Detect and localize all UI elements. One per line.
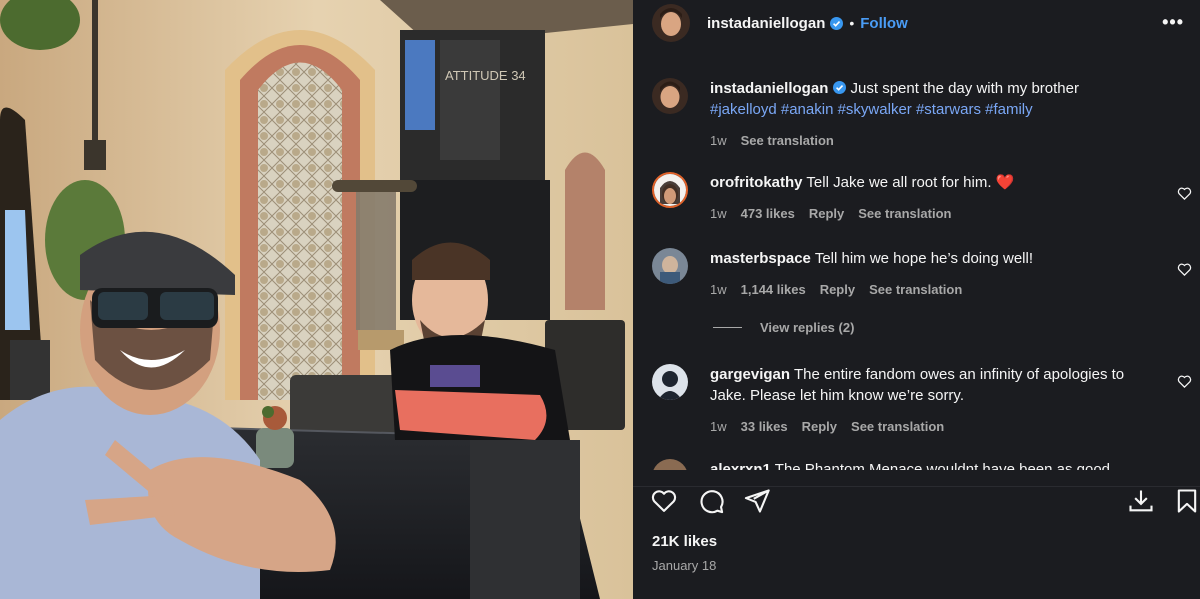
verified-icon <box>830 16 844 30</box>
action-bar <box>633 486 1200 518</box>
share-icon[interactable] <box>743 487 771 515</box>
view-replies-label: View replies (2) <box>760 320 855 335</box>
comment-username[interactable]: alexrxn1 <box>710 461 771 470</box>
more-icon[interactable]: ••• <box>1162 12 1184 33</box>
post-header: instadaniellogan • Follow ••• <box>633 0 1200 46</box>
comment-meta: 1w 473 likes Reply See translation <box>710 203 1156 224</box>
comments-list[interactable]: instadaniellogan Just spent the day with… <box>633 66 1200 470</box>
reply-button[interactable]: Reply <box>820 279 855 300</box>
comment-time: 1w <box>710 206 727 221</box>
see-translation-link[interactable]: See translation <box>851 416 944 437</box>
see-translation-link[interactable]: See translation <box>858 203 951 224</box>
comment-heart-icon[interactable] <box>1177 374 1192 389</box>
view-replies-line <box>713 327 742 328</box>
separator-dot: • <box>849 15 855 31</box>
comment-likes[interactable]: 473 likes <box>741 203 795 224</box>
commenter-avatar[interactable] <box>652 248 688 284</box>
comment-text: Tell him we hope he’s doing well! <box>814 250 1033 267</box>
comment-text: The Phantom Menace wouldnt have been as … <box>774 461 1111 470</box>
comment-username[interactable]: orofritokathy <box>710 174 803 191</box>
comment-likes[interactable]: 33 likes <box>741 416 788 437</box>
likes-count[interactable]: 21K likes <box>652 533 717 550</box>
post-photo[interactable]: ATTITUDE 34 <box>0 0 633 599</box>
storefront-sign: ATTITUDE 34 <box>445 68 526 83</box>
comment-heart-icon[interactable] <box>1177 186 1192 201</box>
commenter-avatar[interactable] <box>652 459 688 470</box>
post-sidebar: instadaniellogan • Follow ••• instadanie… <box>633 0 1200 599</box>
reply-button[interactable]: Reply <box>809 203 844 224</box>
photo-illustration: ATTITUDE 34 <box>0 0 633 599</box>
author-avatar[interactable] <box>652 4 690 42</box>
commenter-avatar[interactable] <box>652 172 688 208</box>
comment-meta: 1w 33 likes Reply See translation <box>710 416 1156 437</box>
bookmark-icon[interactable] <box>1173 487 1200 515</box>
caption-time: 1w <box>710 133 727 148</box>
comment-meta: 1w 1,144 likes Reply See translation <box>710 279 1156 300</box>
comment-likes[interactable]: 1,144 likes <box>741 279 806 300</box>
heart-icon[interactable] <box>650 487 678 515</box>
comment-username[interactable]: gargevigan <box>710 366 790 383</box>
verified-icon <box>833 81 847 94</box>
comment-icon[interactable] <box>697 487 725 515</box>
instagram-post-view: ATTITUDE 34 instadaniellogan • Follow ••… <box>0 0 1200 599</box>
download-icon[interactable] <box>1127 487 1155 515</box>
reply-button[interactable]: Reply <box>802 416 837 437</box>
see-translation-link[interactable]: See translation <box>741 130 834 151</box>
caption-meta: 1w See translation <box>710 130 1156 151</box>
author-username[interactable]: instadaniellogan <box>707 15 825 32</box>
commenter-avatar[interactable] <box>652 364 688 400</box>
post-date: January 18 <box>652 558 717 573</box>
see-translation-link[interactable]: See translation <box>869 279 962 300</box>
comment-text: Tell Jake we all root for him. ❤️ <box>806 174 1015 191</box>
caption-hashtags[interactable]: #jakelloyd #anakin #skywalker #starwars … <box>710 101 1033 118</box>
comment-time: 1w <box>710 419 727 434</box>
view-replies-button[interactable]: View replies (2) <box>713 320 854 335</box>
comment-heart-icon[interactable] <box>1177 262 1192 277</box>
comment-username[interactable]: masterbspace <box>710 250 811 267</box>
caption-username[interactable]: instadaniellogan <box>710 80 828 97</box>
comment-time: 1w <box>710 282 727 297</box>
follow-button[interactable]: Follow <box>860 15 908 32</box>
author-avatar[interactable] <box>652 78 688 114</box>
caption-text: Just spent the day with my brother <box>850 80 1079 97</box>
